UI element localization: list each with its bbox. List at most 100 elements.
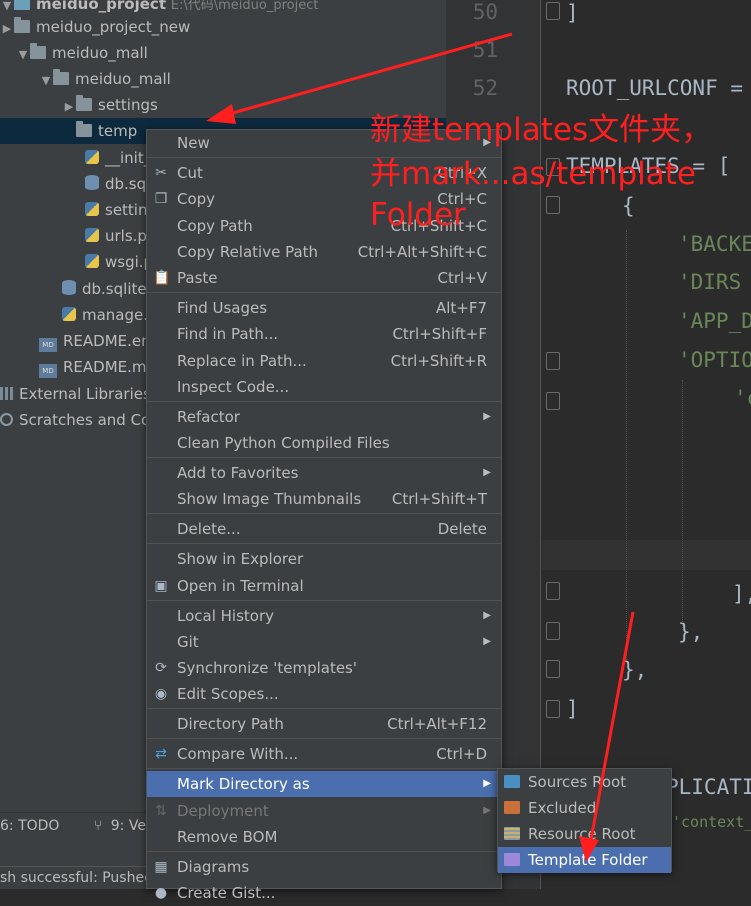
scope-icon: ◉ — [154, 686, 168, 702]
code-line: PLICATI — [666, 775, 751, 799]
vcs-icon: ⑂ — [93, 818, 103, 834]
menu-item-local-history[interactable]: Local History ▶ — [147, 603, 501, 629]
menu-item-find-usages[interactable]: Find Usages Alt+F7 — [147, 295, 501, 321]
chevron-right-icon: ▶ — [483, 805, 491, 816]
library-icon — [0, 387, 13, 400]
chevron-down-icon[interactable]: ▼ — [39, 68, 53, 94]
tree-item-label: settin — [105, 201, 148, 219]
code-line: { — [622, 194, 635, 218]
code-line: ], — [732, 582, 751, 606]
chevron-down-icon[interactable]: ▼ — [16, 42, 30, 68]
annotation-line-2: 并mark...as/template — [370, 156, 696, 192]
menu-item-paste[interactable]: 📋 Paste Ctrl+V — [147, 265, 501, 291]
code-line: 'c — [734, 386, 751, 410]
fold-marker-icon[interactable] — [546, 392, 560, 410]
menu-item-mark-directory-as[interactable]: Mark Directory as ▶ — [147, 771, 501, 797]
database-icon — [62, 280, 76, 295]
menu-item-open-in-terminal[interactable]: ▣ Open in Terminal — [147, 573, 501, 599]
menu-item-remove-bom[interactable]: Remove BOM — [147, 824, 501, 850]
line-number: 51 — [472, 38, 498, 62]
menu-item-refactor[interactable]: Refactor ▶ — [147, 404, 501, 430]
submenu-item-sources-root[interactable]: Sources Root — [498, 769, 671, 795]
menu-item-synchronize[interactable]: ⟳ Synchronize 'templates' — [147, 655, 501, 681]
code-line: 'context_pr — [672, 813, 751, 831]
tree-item-label: meiduo_mall — [52, 44, 148, 62]
folder-icon — [30, 43, 46, 59]
paste-icon: 📋 — [153, 270, 171, 286]
database-icon — [85, 175, 99, 190]
folder-icon — [76, 95, 92, 111]
menu-item-find-in-path[interactable]: Find in Path... Ctrl+Shift+F — [147, 321, 501, 347]
menu-item-edit-scopes[interactable]: ◉ Edit Scopes... — [147, 681, 501, 707]
tree-item-label: settings — [98, 96, 158, 114]
fold-marker-icon[interactable] — [546, 660, 560, 678]
tree-root-label: meiduo_project — [36, 0, 166, 13]
menu-item-git[interactable]: Git ▶ — [147, 629, 501, 655]
fold-marker-icon[interactable] — [546, 582, 560, 600]
menu-item-clean-python[interactable]: Clean Python Compiled Files — [147, 430, 501, 456]
chevron-right-icon[interactable]: ▶ — [0, 16, 14, 42]
folder-icon — [53, 69, 69, 85]
resource-root-icon — [504, 827, 520, 840]
submenu-item-resource-root[interactable]: Resource Root — [498, 821, 671, 847]
compare-icon: ⇄ — [155, 746, 167, 762]
menu-item-compare-with[interactable]: ⇄ Compare With... Ctrl+D — [147, 741, 501, 767]
tree-item-label: Scratches and Cor — [19, 411, 157, 429]
context-menu: New ▶ ✂ Cut Ctrl+X ❐ Copy Ctrl+C Copy Path Ctr… — [146, 129, 502, 902]
tree-item-meiduo-mall-pkg[interactable]: ▼ meiduo_mall — [0, 66, 446, 92]
fold-marker-icon[interactable] — [546, 622, 560, 640]
status-text: sh successful: Pushec — [0, 870, 152, 886]
line-number: 52 — [472, 76, 498, 100]
code-line: }, — [678, 620, 704, 644]
menu-item-deployment[interactable]: ⇅ Deployment ▶ — [147, 798, 501, 824]
menu-item-show-image-thumbnails[interactable]: Show Image Thumbnails Ctrl+Shift+T — [147, 486, 501, 512]
code-line: ROOT_URLCONF = — [566, 76, 744, 100]
tree-item-label: temp — [98, 122, 138, 140]
annotation-line-3: Folder — [370, 197, 466, 233]
scratches-icon — [0, 413, 13, 426]
annotation-line-1: 新建templates文件夹， — [370, 112, 713, 148]
menu-item-add-to-favorites[interactable]: Add to Favorites ▶ — [147, 460, 501, 486]
folder-icon — [76, 121, 92, 137]
python-file-icon — [85, 254, 99, 268]
code-line: ] — [566, 1, 579, 25]
tree-item-label: manage. — [82, 306, 149, 324]
chevron-right-icon[interactable]: ▶ — [62, 94, 76, 120]
tree-item-label: README.en — [63, 332, 151, 350]
scissors-icon: ✂ — [155, 165, 167, 181]
fold-marker-icon[interactable] — [546, 352, 560, 370]
tree-item-meiduo-mall[interactable]: ▼ meiduo_mall — [0, 40, 446, 66]
todo-tab[interactable]: 6: TODO — [0, 818, 59, 834]
menu-item-diagrams[interactable]: ▦ Diagrams — [147, 854, 501, 880]
menu-item-directory-path[interactable]: Directory Path Ctrl+Alt+F12 — [147, 711, 501, 737]
code-line: }, — [622, 658, 648, 682]
current-line-highlight — [542, 540, 751, 570]
tree-item-label: meiduo_mall — [75, 70, 171, 88]
markdown-icon: MD — [39, 338, 57, 352]
fold-marker-icon[interactable] — [546, 2, 560, 20]
excluded-folder-icon — [504, 801, 520, 814]
submenu-item-template-folder[interactable]: Template Folder — [498, 847, 671, 873]
deployment-icon: ⇅ — [155, 803, 167, 819]
chevron-right-icon: ▶ — [483, 411, 491, 422]
fold-marker-icon[interactable] — [546, 196, 560, 214]
menu-item-create-gist[interactable]: ● Create Gist... — [147, 880, 501, 906]
menu-item-delete[interactable]: Delete... Delete — [147, 516, 501, 542]
markdown-icon: MD — [39, 364, 57, 378]
menu-item-copy-relative-path[interactable]: Copy Relative Path Ctrl+Alt+Shift+C — [147, 239, 501, 265]
mark-directory-submenu: Sources Root Excluded Resource Root Temp… — [497, 768, 672, 873]
menu-item-inspect-code[interactable]: Inspect Code... — [147, 374, 501, 400]
tree-item-meiduo-project-new[interactable]: ▶ meiduo_project_new — [0, 14, 446, 40]
submenu-item-excluded[interactable]: Excluded — [498, 795, 671, 821]
code-line: 'BACKE — [678, 232, 751, 256]
line-number: 50 — [472, 0, 498, 24]
menu-item-replace-in-path[interactable]: Replace in Path... Ctrl+Shift+R — [147, 348, 501, 374]
menu-item-show-in-explorer[interactable]: Show in Explorer — [147, 546, 501, 572]
github-icon: ● — [154, 885, 168, 901]
template-folder-icon — [504, 853, 520, 866]
diagram-icon: ▦ — [154, 859, 168, 875]
terminal-icon: ▣ — [154, 578, 168, 594]
fold-marker-icon[interactable] — [546, 700, 560, 718]
tree-root-path: E:\代码\meiduo_project — [170, 0, 319, 13]
python-file-icon — [85, 228, 99, 242]
